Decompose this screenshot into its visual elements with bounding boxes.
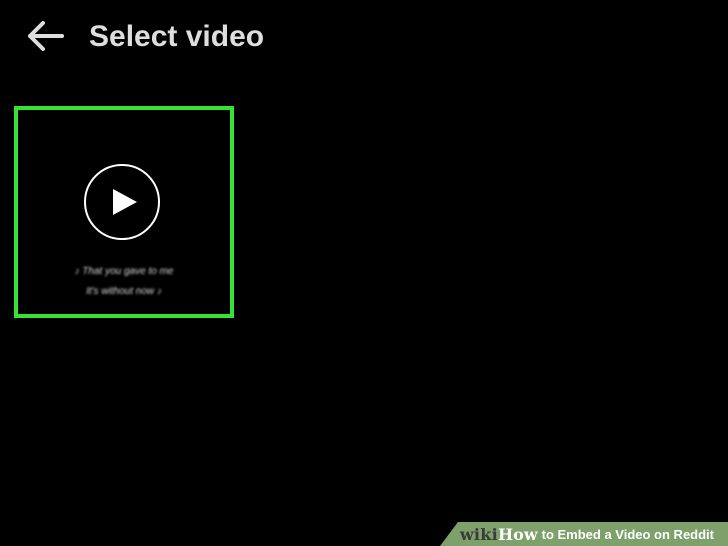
back-button[interactable] [22,16,68,56]
video-thumbnail[interactable]: ♪ That you gave to me It's without now ♪ [14,106,234,318]
watermark-wiki-text: wiki [459,524,499,544]
watermark-title: to Embed a Video on Reddit [541,526,714,542]
wikihow-watermark: wiki How to Embed a Video on Reddit [439,522,728,546]
play-icon[interactable] [84,164,160,240]
arrow-left-icon [28,21,64,51]
watermark-tab [439,522,458,546]
watermark-body: wiki How to Embed a Video on Reddit [457,522,728,546]
page-title: Select video [89,20,265,53]
video-caption-line: It's without now ♪ [86,286,162,297]
app-bar: Select video [0,0,728,76]
video-caption-line: ♪ That you gave to me [74,266,174,277]
video-grid: ♪ That you gave to me It's without now ♪ [14,106,234,318]
watermark-how-text: How [498,524,538,544]
